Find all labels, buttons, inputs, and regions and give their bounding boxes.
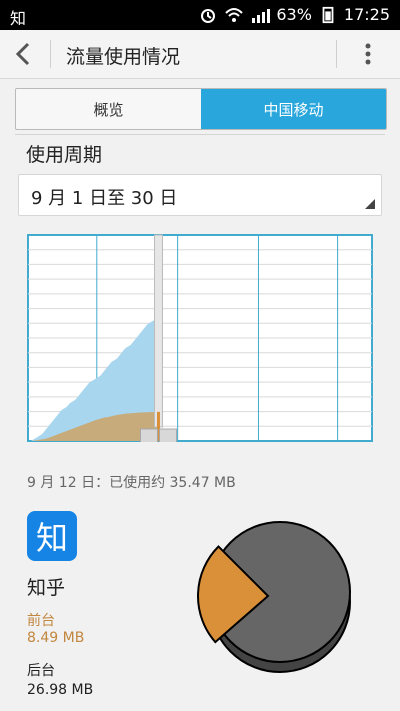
battery-icon	[322, 6, 334, 23]
appbar-divider-right	[336, 40, 337, 68]
cycle-title: 使用周期	[26, 144, 103, 166]
dropdown-caret-icon	[365, 199, 375, 209]
clock: 17:25	[343, 5, 390, 24]
background-label: 后台	[27, 663, 55, 679]
battery-percentage: 63%	[276, 5, 312, 24]
usage-summary: 9 月 12 日：已使用约 35.47 MB	[27, 475, 236, 491]
app-bar: 流量使用情况	[0, 30, 400, 79]
range-handle-left[interactable]	[139, 428, 158, 442]
alarm-icon	[201, 8, 216, 23]
tab-china-mobile[interactable]: 中国移动	[201, 89, 386, 129]
range-handle-right[interactable]	[158, 428, 177, 442]
foreground-label: 前台	[27, 613, 55, 629]
wifi-icon	[225, 7, 244, 22]
cycle-value: 9 月 1 日至 30 日	[31, 188, 178, 209]
signal-icon	[252, 8, 271, 23]
page-title: 流量使用情况	[66, 46, 181, 68]
appbar-divider	[50, 40, 51, 68]
tabs-divider	[15, 134, 385, 135]
tabs: 概览 中国移动	[15, 88, 387, 130]
back-icon[interactable]	[10, 40, 38, 68]
status-bar: 知 63% 17:25	[0, 0, 400, 30]
range-marker-bar	[153, 234, 163, 428]
usage-chart	[27, 234, 373, 442]
cycle-dropdown[interactable]: 9 月 1 日至 30 日	[18, 174, 382, 216]
tab-overview[interactable]: 概览	[16, 89, 201, 129]
more-icon[interactable]	[358, 42, 378, 66]
foreground-value: 8.49 MB	[27, 630, 85, 646]
usage-pie-chart	[197, 521, 351, 673]
status-icons: 63% 17:25	[198, 5, 390, 24]
app-name: 知乎	[27, 577, 66, 599]
zhihu-app-icon[interactable]: 知	[27, 511, 77, 561]
notification-app-icon: 知	[10, 9, 27, 28]
background-value: 26.98 MB	[27, 682, 94, 698]
